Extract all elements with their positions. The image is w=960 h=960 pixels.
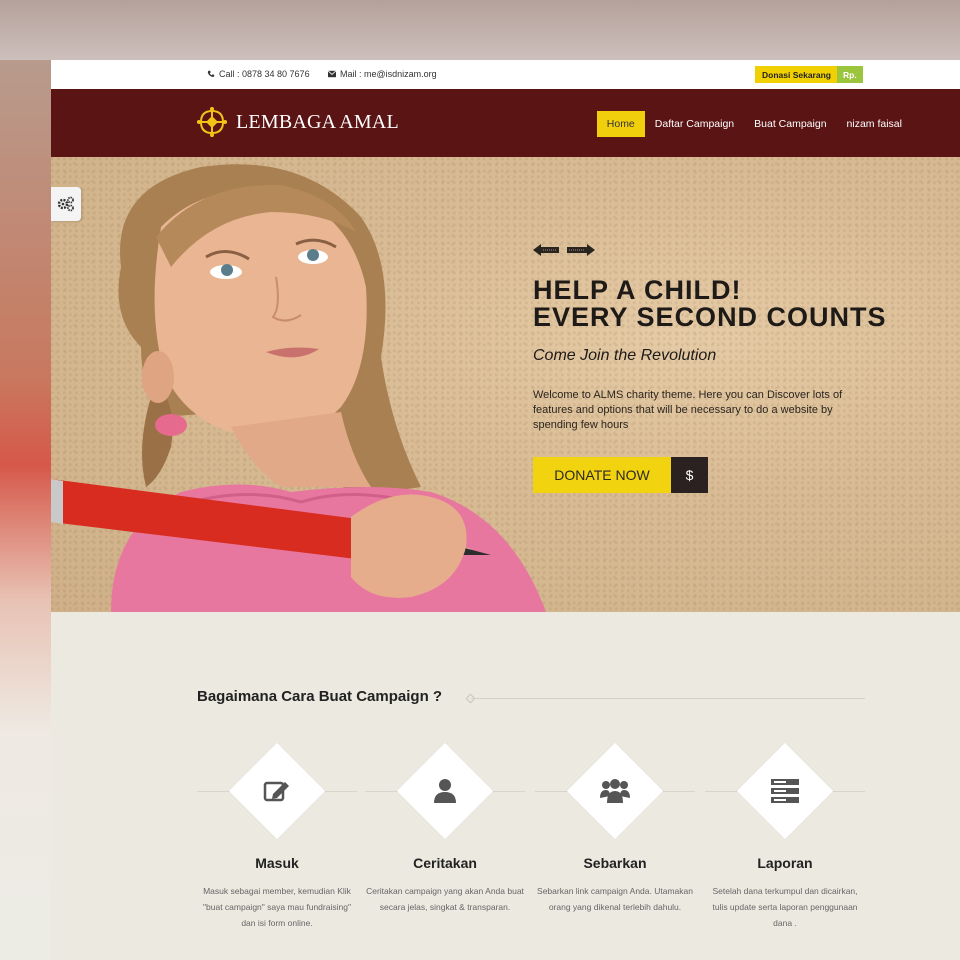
mail-icon (328, 70, 336, 78)
server-icon (770, 776, 800, 806)
nav-daftar-campaign[interactable]: Daftar Campaign (645, 111, 744, 137)
blurred-backdrop-left (0, 60, 52, 960)
nav-home[interactable]: Home (596, 111, 645, 137)
step-description: Masuk sebagai member, kemudian Klik "bua… (203, 886, 351, 928)
dollar-icon: $ (671, 457, 708, 493)
step-description: Ceritakan campaign yang akan Anda buat s… (366, 886, 524, 912)
contact-phone: Call : 0878 34 80 7676 (207, 69, 310, 79)
phone-text: Call : 0878 34 80 7676 (219, 69, 310, 79)
logo-emblem-icon (197, 107, 227, 137)
step-name: Laporan (757, 855, 813, 871)
contact-mail: Mail : me@isdnizam.org (328, 69, 437, 79)
section-divider-line (471, 698, 865, 699)
main-header: LEMBAGA AMAL Home Daftar Campaign Buat C… (51, 89, 960, 157)
hero-title-line1: HELP A CHILD! (533, 275, 742, 305)
donate-now-label: DONATE NOW (533, 457, 671, 493)
main-nav: Home Daftar Campaign Buat Campaign nizam… (596, 111, 912, 137)
hero-slider: HELP A CHILD! EVERY SECOND COUNTS Come J… (51, 157, 960, 612)
donasi-sekarang-button[interactable]: Donasi Sekarang Rp. (755, 66, 863, 83)
hero-title-line2: EVERY SECOND COUNTS (533, 302, 887, 332)
hero-subtitle: Come Join the Revolution (533, 347, 717, 364)
blurred-backdrop-top (0, 0, 960, 60)
site-logo[interactable]: LEMBAGA AMAL (197, 107, 399, 137)
step-description: Setelah dana terkumpul dan dicairkan, tu… (712, 886, 858, 928)
theme-settings-toggle[interactable] (51, 187, 81, 221)
donasi-label: Donasi Sekarang (755, 66, 837, 83)
top-info-bar: Call : 0878 34 80 7676 Mail : me@isdniza… (51, 60, 960, 89)
step-description: Sebarkan link campaign Anda. Utamakan or… (537, 886, 693, 912)
how-section-title: Bagaimana Cara Buat Campaign ? (197, 688, 443, 705)
logo-text: LEMBAGA AMAL (236, 110, 399, 133)
step-name: Sebarkan (583, 855, 647, 871)
hero-description: Welcome to ALMS charity theme. Here you … (533, 389, 843, 431)
phone-icon (207, 70, 215, 77)
hero-child-image (51, 164, 546, 612)
users-icon (600, 776, 630, 806)
step-name: Ceritakan (413, 855, 477, 871)
decorative-arrows-icon (533, 244, 595, 256)
mail-text: Mail : me@isdnizam.org (340, 69, 437, 79)
edit-icon (262, 776, 292, 806)
website-page: Call : 0878 34 80 7676 Mail : me@isdniza… (51, 60, 960, 960)
nav-buat-campaign[interactable]: Buat Campaign (744, 111, 836, 137)
user-icon (430, 776, 460, 806)
donate-now-button[interactable]: DONATE NOW $ (533, 457, 708, 493)
gears-icon (57, 196, 74, 212)
step-name: Masuk (255, 855, 299, 871)
donasi-currency: Rp. (836, 66, 863, 83)
nav-user-account[interactable]: nizam faisal (837, 111, 912, 137)
hero-title: HELP A CHILD! EVERY SECOND COUNTS (533, 277, 887, 331)
